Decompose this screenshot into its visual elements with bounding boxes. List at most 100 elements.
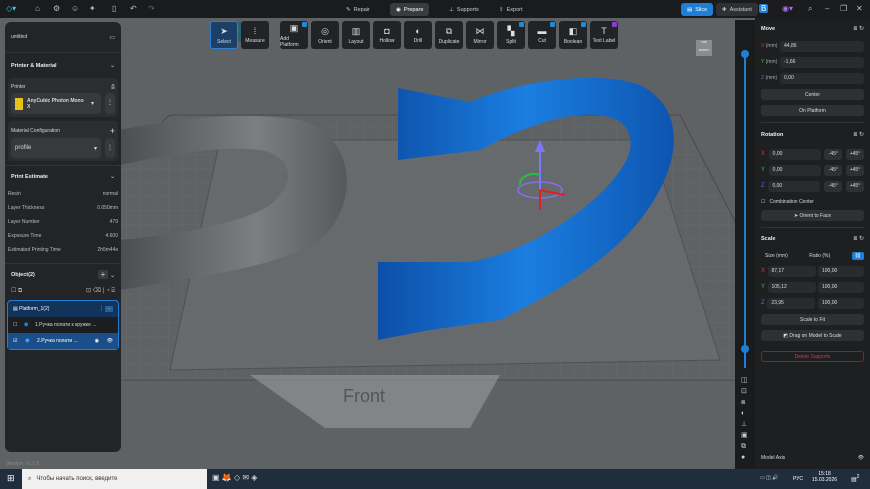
- select-tool[interactable]: ➤ Select: [210, 21, 238, 49]
- move-z-input[interactable]: 0,00: [780, 72, 864, 84]
- layer-slider[interactable]: ◫ ⊡ ⧈ ◐ ⊥ ▣ ⧉ ●: [735, 20, 755, 469]
- language-indicator[interactable]: РУС: [793, 476, 803, 482]
- undo-icon[interactable]: ↶: [130, 4, 137, 13]
- open-icon[interactable]: ⚙: [53, 4, 60, 13]
- rot-y-minus45[interactable]: -45°: [824, 164, 843, 176]
- drag-scale-button[interactable]: ◩ Drag on Model to Scale: [761, 330, 864, 341]
- printer-select[interactable]: AnyCubic Photon Mono X ▾: [11, 93, 101, 114]
- rot-x-plus45[interactable]: +45°: [845, 148, 864, 160]
- scale-reset-icons[interactable]: ⧈ ↻: [853, 235, 864, 243]
- object-actions-icons[interactable]: ⊡ ⌫ | ◔ ⌸: [86, 287, 115, 295]
- sidebar-toggle-icon[interactable]: ▭: [109, 34, 115, 41]
- taskbar: ⊞ ⌕ Чтобы начать поиск, введите ▣ 🦊 ◇ ✉ ◈…: [0, 469, 870, 489]
- drill-tool[interactable]: ◐ Drill: [404, 21, 432, 49]
- ratio-x-input[interactable]: 100,00: [817, 265, 864, 277]
- hollow-icon: ◘: [384, 26, 390, 36]
- slice-button[interactable]: ▤ Slice: [681, 3, 714, 16]
- checkbox[interactable]: ☐: [13, 322, 17, 328]
- assistant-icon: ✚: [722, 6, 727, 13]
- duplicate-tool[interactable]: ⧉ Duplicate: [435, 21, 463, 49]
- slider-bottom-handle[interactable]: [741, 345, 749, 353]
- tools-icon[interactable]: ✦: [89, 4, 96, 13]
- save-icon[interactable]: ▯: [112, 4, 116, 13]
- home-icon[interactable]: ⌂: [35, 4, 40, 13]
- chevron-down-icon[interactable]: ⌄: [110, 62, 115, 69]
- avatar[interactable]: ◉▾: [782, 4, 793, 13]
- size-y-input[interactable]: 105,12: [767, 281, 816, 293]
- move-x-input[interactable]: 44,86: [780, 40, 864, 52]
- layout-tool[interactable]: ▥ Layout: [342, 21, 370, 49]
- move-y-input[interactable]: -1,66: [780, 56, 864, 68]
- right-panel: Move ⧈ ↻ X (mm) 44,86 Y (mm) -1,66 Z (mm) 0,…: [755, 20, 870, 469]
- printer-more-button[interactable]: ⋮: [105, 93, 115, 114]
- clock[interactable]: 15:18 15.03.2026: [812, 471, 837, 483]
- b-icon[interactable]: B: [759, 4, 769, 13]
- tray-icons[interactable]: ▭ ◫ 🔊: [760, 475, 778, 481]
- model-icon: ⬢: [25, 338, 30, 344]
- scale-to-fit-button[interactable]: Scale to Fit: [761, 314, 864, 325]
- hollow-tool[interactable]: ◘ Hollow: [373, 21, 401, 49]
- rot-x-minus45[interactable]: -45°: [824, 148, 843, 160]
- app-logo-icon[interactable]: ◇▾: [6, 4, 16, 13]
- collapse-button[interactable]: -: [105, 306, 113, 312]
- tab-prepare[interactable]: ◉ Prepare: [390, 3, 430, 16]
- view-cube[interactable]: TOP FRONT: [696, 40, 712, 56]
- center-button[interactable]: Center: [761, 89, 864, 100]
- add-icon[interactable]: +: [110, 126, 115, 136]
- ratio-z-input[interactable]: 100,00: [817, 297, 864, 309]
- split-tool[interactable]: ▚ Split: [497, 21, 525, 49]
- size-z-input[interactable]: 23,95: [767, 297, 816, 309]
- cut-tool[interactable]: ▬ Cut: [528, 21, 556, 49]
- add-platform-tool[interactable]: ▣ Add Platform: [280, 21, 308, 49]
- taskbar-apps[interactable]: ▣ 🦊 ◇ ✉ ◈: [212, 473, 257, 482]
- delete-supports-button[interactable]: Delete Supports: [761, 351, 864, 362]
- pin-icon[interactable]: ⌕: [808, 4, 812, 14]
- windows-start-icon[interactable]: ⊞: [7, 473, 15, 484]
- rot-y-input[interactable]: 0,00: [768, 164, 821, 176]
- tab-repair[interactable]: ✎ Repair: [340, 3, 376, 16]
- minimize-icon[interactable]: –: [825, 4, 829, 13]
- orient-tool[interactable]: ◎ Orient: [311, 21, 339, 49]
- platform-item[interactable]: ▤ Platform_1(2): [13, 306, 49, 312]
- move-reset-icons[interactable]: ⧈ ↻: [853, 25, 864, 33]
- size-x-input[interactable]: 87,17: [767, 265, 816, 277]
- rotation-reset-icons[interactable]: ⧈ ↻: [853, 131, 864, 139]
- rot-z-plus45[interactable]: +45°: [845, 180, 864, 192]
- eye-icon[interactable]: 👁: [107, 338, 113, 344]
- text-label-tool[interactable]: T Text Label: [590, 21, 618, 49]
- ratio-y-input[interactable]: 100,00: [817, 281, 864, 293]
- eye-icon[interactable]: 👁: [858, 455, 864, 461]
- close-icon[interactable]: ✕: [856, 4, 863, 13]
- slider-top-handle[interactable]: [741, 50, 749, 58]
- material-select[interactable]: profile ▾: [11, 138, 101, 158]
- list-item[interactable]: ☐ ⬢ 1.Ручка полати к кружке ...: [8, 317, 118, 333]
- target-icon[interactable]: ◉: [95, 338, 99, 344]
- select-all-icon[interactable]: ☐ ⧉: [11, 287, 22, 295]
- assistant-button[interactable]: ✚ Assistant: [716, 3, 758, 16]
- lock-ratio-icon[interactable]: ⛓: [851, 252, 864, 260]
- chevron-down-icon[interactable]: ⌄: [110, 173, 115, 180]
- boolean-tool[interactable]: ◧ Boolean: [559, 21, 587, 49]
- add-object-button[interactable]: +: [97, 270, 109, 279]
- maximize-icon[interactable]: ❐: [840, 4, 847, 13]
- rot-z-minus45[interactable]: -45°: [824, 180, 843, 192]
- rot-x-input[interactable]: 0,00: [768, 148, 821, 160]
- rot-y-plus45[interactable]: +45°: [845, 164, 864, 176]
- checkbox-checked[interactable]: ☑: [13, 338, 17, 344]
- resin-icon[interactable]: ☺: [71, 4, 79, 13]
- list-item[interactable]: ☑ ⬢ 2.Ручка полати ... ◉ 👁: [8, 333, 118, 349]
- combination-center-checkbox[interactable]: ☐ Combination Center: [761, 194, 864, 210]
- mirror-tool[interactable]: ⋈ Mirror: [466, 21, 494, 49]
- taskbar-search[interactable]: ⌕ Чтобы начать поиск, введите: [22, 469, 207, 489]
- on-platform-button[interactable]: On Platform: [761, 105, 864, 116]
- notifications-icon[interactable]: ▤2: [851, 474, 859, 483]
- rot-z-input[interactable]: 0,00: [768, 180, 821, 192]
- tab-export[interactable]: ⇪ Export: [493, 3, 529, 16]
- tab-supports[interactable]: ⊥ Supports: [443, 3, 485, 16]
- orient-to-face-button[interactable]: ➤ Orient to Face: [761, 210, 864, 221]
- measure-tool[interactable]: ⁞ Measure: [241, 21, 269, 49]
- material-more-button[interactable]: ⋮: [105, 138, 115, 158]
- view-tools[interactable]: ◫ ⊡ ⧈ ◐ ⊥ ▣ ⧉ ●: [741, 375, 748, 463]
- printer-settings-icon[interactable]: ⎙: [111, 84, 115, 90]
- redo-icon[interactable]: ↷: [148, 4, 155, 13]
